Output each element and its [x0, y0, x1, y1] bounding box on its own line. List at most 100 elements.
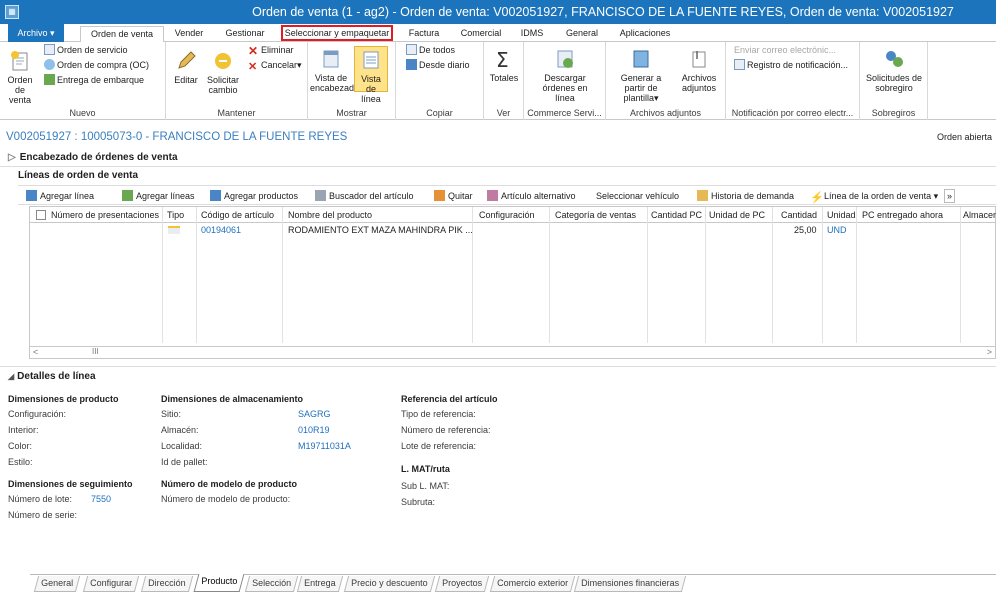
alternative-item-button[interactable]: Artículo alternativo [487, 190, 576, 202]
tab-general[interactable]: General [562, 26, 602, 42]
tab-configurar[interactable]: Configurar [82, 576, 140, 592]
line-view-button[interactable]: Vista de línea [354, 46, 388, 104]
copy-from-all-button[interactable]: De todos [406, 44, 455, 56]
unit-cell[interactable]: UND [827, 225, 847, 235]
tab-aplicaciones[interactable]: Aplicaciones [616, 26, 674, 42]
tab-archivo[interactable]: Archivo ▾ [8, 24, 64, 42]
new-sales-order-button[interactable]: Orden de venta [3, 50, 37, 105]
tab-dimensiones-financieras[interactable]: Dimensiones financieras [573, 576, 687, 592]
field-label: Número de lote: [8, 494, 73, 504]
tab-vender[interactable]: Vender [171, 26, 207, 42]
add-products-button[interactable]: Agregar productos [210, 190, 298, 202]
notification-log-button[interactable]: Registro de notificación... [734, 59, 848, 71]
item-type-icon [168, 226, 180, 234]
tab-gestionar[interactable]: Gestionar [220, 26, 270, 42]
overdraft-requests-button[interactable]: Solicitudes de sobregiro [864, 48, 924, 93]
tab-factura[interactable]: Factura [406, 26, 442, 42]
cancel-button[interactable]: ✕ Cancelar▾ [248, 59, 302, 73]
horizontal-scrollbar[interactable]: < III > [29, 346, 996, 359]
purchase-order-button[interactable]: Orden de compra (OC) [44, 59, 149, 71]
alternative-item-icon [487, 190, 498, 201]
tab-orden-de-venta[interactable]: Orden de venta [80, 26, 164, 43]
shipment-button[interactable]: Entrega de embarque [44, 74, 144, 86]
col-header[interactable]: Unidad de PC [709, 210, 765, 220]
quantity-cell[interactable]: 25,00 [794, 225, 817, 235]
col-header[interactable]: PC entregado ahora [862, 210, 943, 220]
warehouse-value[interactable]: 010R19 [298, 425, 330, 435]
lightning-icon: ⚡ [810, 192, 824, 204]
select-all-checkbox[interactable] [36, 210, 46, 220]
header-view-button[interactable]: Vista de encabezado [310, 48, 359, 93]
col-header[interactable]: Unidad [827, 210, 856, 220]
add-lines-icon [122, 190, 133, 201]
section-header-detalles[interactable]: ◢ Detalles de línea [8, 371, 96, 382]
group-ver: Σ Totales Ver [484, 42, 524, 120]
tab-entrega[interactable]: Entrega [296, 576, 343, 592]
location-value[interactable]: M19711031A [298, 441, 351, 451]
ribbon: Orden de venta Orden de servicio Orden d… [0, 42, 996, 120]
tab-comercial[interactable]: Comercial [457, 26, 505, 42]
tab-comercio-exterior[interactable]: Comercio exterior [489, 576, 576, 592]
site-value[interactable]: SAGRG [298, 409, 331, 419]
product-model-title: Número de modelo de producto [161, 479, 298, 489]
field-label: Sub L. MAT: [401, 481, 450, 491]
tab-direccion[interactable]: Dirección [140, 576, 193, 592]
select-vehicle-button[interactable]: Seleccionar vehículo [596, 190, 679, 202]
col-header[interactable]: Almacen [963, 210, 996, 220]
batch-number-value[interactable]: 7550 [91, 494, 111, 504]
table-row[interactable]: 00194061 RODAMIENTO EXT MAZA MAHINDRA PI… [30, 223, 995, 237]
tab-producto[interactable]: Producto [193, 574, 245, 592]
edit-button[interactable]: Editar [174, 50, 198, 85]
section-header-encabezado[interactable]: ▷ Encabezado de órdenes de venta [8, 152, 178, 163]
tab-proyectos[interactable]: Proyectos [434, 576, 490, 592]
group-label-overdraft: Sobregiros [871, 108, 916, 118]
scroll-thumb[interactable]: III [92, 347, 99, 356]
field-label: Localidad: [161, 441, 203, 451]
scroll-left-icon[interactable]: < [33, 347, 38, 357]
col-header[interactable]: Tipo [167, 210, 184, 220]
tab-precio-y-descuento[interactable]: Precio y descuento [343, 576, 435, 592]
grid-toolbar: Agregar línea Agregar líneas Agregar pro… [18, 185, 996, 205]
delete-button[interactable]: ✕ Eliminar [248, 44, 294, 57]
sigma-icon: Σ [496, 48, 509, 70]
group-label-notification: Notificación por correo electr... [731, 108, 854, 118]
tab-seleccionar-y-empaquetar[interactable]: Seleccionar y empaquetar [281, 25, 393, 41]
service-order-button[interactable]: Orden de servicio [44, 44, 128, 56]
attachments-button[interactable]: Archivos adjuntos [678, 48, 720, 93]
col-header[interactable]: Cantidad PC [651, 210, 702, 220]
group-attachments: Generar a partir de plantilla▾ Archivos … [606, 42, 726, 120]
scroll-right-icon[interactable]: > [987, 347, 992, 357]
tab-idms[interactable]: IDMS [517, 26, 547, 42]
generate-from-template-button[interactable]: Generar a partir de plantilla▾ [610, 48, 672, 103]
copy-from-journal-button[interactable]: Desde diario [406, 59, 470, 71]
field-label: Color: [8, 441, 33, 451]
group-label-nuevo: Nuevo [69, 108, 96, 118]
col-header[interactable]: Cantidad [781, 210, 817, 220]
more-button[interactable]: » [944, 189, 956, 203]
sales-order-line-menu[interactable]: ⚡Línea de la orden de venta ▾ [810, 190, 938, 204]
totals-button[interactable]: Σ Totales [488, 48, 520, 83]
demand-history-button[interactable]: Historia de demanda [697, 190, 794, 202]
item-finder-button[interactable]: Buscador del artículo [315, 190, 414, 202]
tab-seleccion[interactable]: Selección [244, 576, 299, 592]
col-header[interactable]: Número de presentaciones [51, 210, 159, 220]
add-lines-button[interactable]: Agregar líneas [122, 190, 195, 202]
tab-general-detail[interactable]: General [33, 576, 81, 592]
truck-icon [44, 74, 55, 85]
col-header[interactable]: Configuración [479, 210, 535, 220]
divider [30, 574, 996, 575]
col-header[interactable]: Categoría de ventas [555, 210, 636, 220]
add-products-icon [210, 190, 221, 201]
item-code-cell[interactable]: 00194061 [201, 225, 241, 235]
field-label: Sitio: [161, 409, 182, 419]
send-email-button[interactable]: Enviar correo electrónic... [734, 44, 836, 56]
request-change-button[interactable]: Solicitar cambio [204, 50, 242, 95]
add-line-button[interactable]: Agregar línea [26, 190, 94, 202]
sales-lines-grid: Número de presentaciones Tipo Código de … [29, 206, 996, 358]
group-label-ver: Ver [496, 108, 511, 118]
remove-button[interactable]: Quitar [434, 190, 473, 202]
col-header[interactable]: Código de artículo [201, 210, 274, 220]
download-online-orders-button[interactable]: Descargar órdenes en línea [532, 48, 598, 103]
product-name-cell[interactable]: RODAMIENTO EXT MAZA MAHINDRA PIK ... [288, 225, 473, 235]
col-header[interactable]: Nombre del producto [288, 210, 372, 220]
